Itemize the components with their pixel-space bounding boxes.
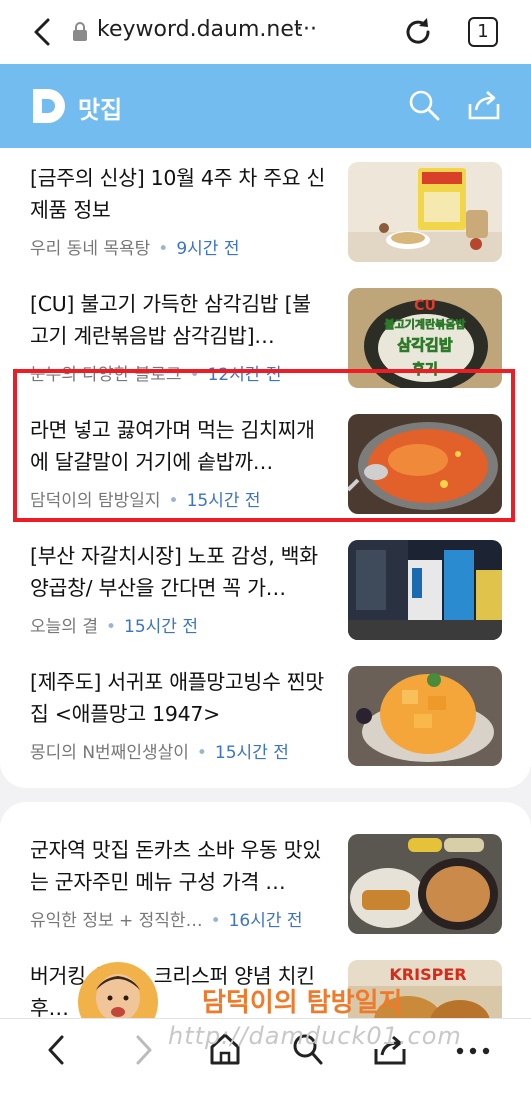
back-arrow-icon[interactable]	[26, 14, 62, 50]
url-text[interactable]: keyword.daum.net	[97, 17, 303, 42]
watermark-url: http://damduck01.com	[168, 1022, 462, 1050]
cu-label: 불고기계란볶음밥	[385, 317, 466, 331]
item-time: 16시간 전	[228, 911, 303, 931]
item-thumbnail[interactable]	[348, 540, 502, 640]
item-source: 담덕이의 탐방일지	[30, 491, 161, 511]
item-thumbnail[interactable]	[348, 162, 502, 262]
cu-label: 후기	[412, 362, 438, 378]
list-item[interactable]: [금주의 신상] 10월 4주 차 주요 신제품 정보 우리 동네 목욕탕 • 9시…	[0, 148, 531, 268]
lock-icon	[73, 22, 87, 41]
item-title[interactable]: 라면 넣고 끓여가며 먹는 김치찌개에 달걀말이 거기에 솥밥까…	[30, 414, 328, 478]
item-thumbnail[interactable]	[348, 834, 502, 934]
item-time: 9시간 전	[176, 239, 240, 259]
search-icon[interactable]	[407, 88, 441, 122]
list-item[interactable]: [제주도] 서귀포 애플망고빙수 찐맛집 <애플망고 1947> 몽디의 N번째…	[0, 652, 531, 772]
item-source: 유익한 정보 + 정직한…	[30, 911, 203, 931]
daum-logo-icon[interactable]	[30, 86, 68, 126]
url-overflow-dots: ···	[296, 17, 317, 42]
item-title[interactable]: [부산 자갈치시장] 노포 감성, 백화양곱창/ 부산을 간다면 꼭 가…	[30, 540, 328, 604]
watermark-title: 담덕이의 탐방일지	[202, 988, 403, 1018]
item-title[interactable]: [CU] 불고기 가득한 삼각김밥 [불고기 계란볶음밥 삼각김밥]…	[30, 288, 328, 352]
cu-label: CU	[414, 298, 436, 314]
item-source: 우리 동네 목욕탕	[30, 239, 151, 259]
item-title[interactable]: [제주도] 서귀포 애플망고빙수 찐맛집 <애플망고 1947>	[30, 666, 328, 730]
tab-count-button[interactable]: 1	[468, 17, 498, 47]
item-source: 오늘의 결	[30, 617, 98, 637]
item-thumbnail[interactable]: CU 불고기계란볶음밥 삼각김밥 후기	[348, 288, 502, 388]
browser-url-bar: keyword.daum.net ··· 1	[0, 0, 531, 64]
separator-dot: •	[210, 911, 221, 931]
separator-dot: •	[168, 491, 179, 511]
result-card-1: [금주의 신상] 10월 4주 차 주요 신제품 정보 우리 동네 목욕탕 • 9시…	[0, 148, 531, 788]
separator-dot: •	[196, 743, 207, 763]
nav-back-icon[interactable]	[42, 1033, 72, 1067]
item-thumbnail[interactable]	[348, 414, 502, 514]
list-item[interactable]: [부산 자갈치시장] 노포 감성, 백화양곱창/ 부산을 간다면 꼭 가… 오늘…	[0, 526, 531, 646]
daum-header: 맛집	[0, 64, 531, 148]
item-title[interactable]: [금주의 신상] 10월 4주 차 주요 신제품 정보	[30, 162, 328, 226]
list-item-highlighted[interactable]: 라면 넣고 끓여가며 먹는 김치찌개에 달걀말이 거기에 솥밥까… 담덕이의 탐…	[0, 400, 531, 520]
separator-dot: •	[105, 617, 116, 637]
list-item[interactable]: 군자역 맛집 돈카츠 소바 우동 맛있는 군자주민 메뉴 구성 가격 … 유익한…	[0, 820, 531, 940]
item-thumbnail[interactable]	[348, 666, 502, 766]
item-time: 15시간 전	[214, 743, 289, 763]
item-source: 몽디의 N번째인생살이	[30, 743, 189, 763]
item-time: 15시간 전	[186, 491, 261, 511]
page-title: 맛집	[78, 96, 123, 124]
separator-dot: •	[189, 365, 200, 385]
share-icon[interactable]	[466, 88, 502, 122]
list-item[interactable]: [CU] 불고기 가득한 삼각김밥 [불고기 계란볶음밥 삼각김밥]… 눈누의 …	[0, 274, 531, 394]
item-time: 12시간 전	[207, 365, 282, 385]
item-source: 눈누의 다양한 블로그	[30, 365, 182, 385]
reload-icon[interactable]	[400, 14, 436, 50]
separator-dot: •	[158, 239, 169, 259]
cu-label: 삼각김밥	[397, 336, 452, 354]
item-time: 15시간 전	[124, 617, 198, 637]
item-title[interactable]: 군자역 맛집 돈카츠 소바 우동 맛있는 군자주민 메뉴 구성 가격 …	[30, 834, 328, 898]
nav-forward-icon[interactable]	[128, 1033, 158, 1067]
